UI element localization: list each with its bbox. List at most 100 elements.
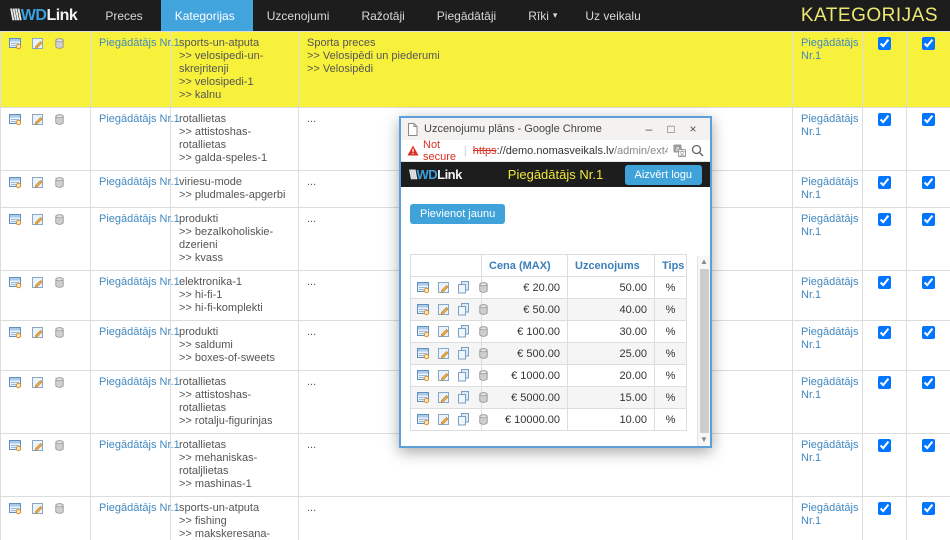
delete-icon[interactable]	[477, 369, 490, 382]
supplier-link-right[interactable]: Piegādātājs Nr.1	[801, 502, 859, 527]
copy-icon[interactable]	[457, 281, 470, 294]
delete-icon[interactable]	[477, 303, 490, 316]
supplier-link[interactable]: Piegādātājs Nr.1	[99, 213, 180, 225]
copy-icon[interactable]	[457, 303, 470, 316]
status-checkbox-2[interactable]	[922, 37, 935, 50]
copy-icon[interactable]	[457, 413, 470, 426]
markup-plan-icon[interactable]	[417, 303, 430, 316]
delete-icon[interactable]	[53, 113, 66, 126]
supplier-link[interactable]: Piegādātājs Nr.1	[99, 326, 180, 338]
supplier-link-right[interactable]: Piegādātājs Nr.1	[801, 37, 859, 62]
popup-titlebar[interactable]: Uzcenojumu plāns - Google Chrome – □ ×	[401, 118, 710, 140]
markup-plan-icon[interactable]	[9, 213, 22, 226]
markup-plan-icon[interactable]	[417, 413, 430, 426]
status-checkbox-1[interactable]	[878, 502, 891, 515]
edit-icon[interactable]	[31, 502, 44, 515]
scrollbar-thumb[interactable]	[700, 269, 709, 433]
status-checkbox-2[interactable]	[922, 502, 935, 515]
edit-icon[interactable]	[31, 376, 44, 389]
status-checkbox-1[interactable]	[878, 113, 891, 126]
edit-icon[interactable]	[437, 325, 450, 338]
markup-plan-icon[interactable]	[417, 325, 430, 338]
translate-icon[interactable]: a文	[673, 144, 686, 157]
maximize-button[interactable]: □	[660, 122, 682, 136]
supplier-link[interactable]: Piegādātājs Nr.1	[99, 502, 180, 514]
delete-icon[interactable]	[53, 326, 66, 339]
supplier-link-right[interactable]: Piegādātājs Nr.1	[801, 213, 859, 238]
markup-plan-icon[interactable]	[9, 113, 22, 126]
copy-icon[interactable]	[457, 369, 470, 382]
edit-icon[interactable]	[31, 37, 44, 50]
app-logo[interactable]: \\\\WDLink	[0, 0, 91, 31]
markup-plan-icon[interactable]	[9, 176, 22, 189]
status-checkbox-1[interactable]	[878, 376, 891, 389]
minimize-button[interactable]: –	[638, 122, 660, 136]
nav-item[interactable]: Rīki ▾	[514, 0, 571, 31]
delete-icon[interactable]	[477, 413, 490, 426]
delete-icon[interactable]	[477, 325, 490, 338]
popup-urlbar[interactable]: Not secure | https://demo.nomasveikals.l…	[401, 140, 710, 162]
delete-icon[interactable]	[477, 281, 490, 294]
delete-icon[interactable]	[53, 213, 66, 226]
scroll-down-icon[interactable]: ▼	[700, 434, 708, 446]
nav-item[interactable]: Uzcenojumi	[253, 0, 348, 31]
supplier-link[interactable]: Piegādātājs Nr.1	[99, 376, 180, 388]
markup-plan-icon[interactable]	[417, 391, 430, 404]
delete-icon[interactable]	[53, 276, 66, 289]
status-checkbox-1[interactable]	[878, 439, 891, 452]
edit-icon[interactable]	[437, 347, 450, 360]
address-url[interactable]: https://demo.nomasveikals.lv/admin/ext4o…	[473, 145, 668, 157]
status-checkbox-2[interactable]	[922, 326, 935, 339]
edit-icon[interactable]	[437, 281, 450, 294]
edit-icon[interactable]	[31, 113, 44, 126]
edit-icon[interactable]	[31, 276, 44, 289]
edit-icon[interactable]	[31, 439, 44, 452]
close-window-button[interactable]: Aizvērt logu	[625, 165, 702, 185]
delete-icon[interactable]	[53, 37, 66, 50]
markup-plan-icon[interactable]	[9, 326, 22, 339]
nav-item[interactable]: Uz veikalu	[571, 0, 658, 31]
delete-icon[interactable]	[477, 347, 490, 360]
markup-plan-icon[interactable]	[9, 376, 22, 389]
zoom-icon[interactable]	[691, 144, 704, 157]
delete-icon[interactable]	[53, 176, 66, 189]
copy-icon[interactable]	[457, 347, 470, 360]
edit-icon[interactable]	[31, 213, 44, 226]
copy-icon[interactable]	[457, 391, 470, 404]
nav-item[interactable]: Piegādātāji	[423, 0, 514, 31]
markup-plan-icon[interactable]	[417, 369, 430, 382]
status-checkbox-2[interactable]	[922, 213, 935, 226]
copy-icon[interactable]	[457, 325, 470, 338]
delete-icon[interactable]	[477, 391, 490, 404]
supplier-link-right[interactable]: Piegādātājs Nr.1	[801, 326, 859, 351]
supplier-link[interactable]: Piegādātājs Nr.1	[99, 113, 180, 125]
supplier-link[interactable]: Piegādātājs Nr.1	[99, 37, 180, 49]
edit-icon[interactable]	[437, 369, 450, 382]
status-checkbox-1[interactable]	[878, 37, 891, 50]
delete-icon[interactable]	[53, 502, 66, 515]
add-new-button[interactable]: Pievienot jaunu	[410, 204, 505, 224]
supplier-link[interactable]: Piegādātājs Nr.1	[99, 276, 180, 288]
nav-item[interactable]: Kategorijas	[161, 0, 253, 31]
scroll-up-icon[interactable]: ▲	[700, 256, 708, 268]
delete-icon[interactable]	[53, 376, 66, 389]
status-checkbox-2[interactable]	[922, 276, 935, 289]
status-checkbox-1[interactable]	[878, 176, 891, 189]
markup-plan-icon[interactable]	[417, 281, 430, 294]
nav-item[interactable]: Preces	[91, 0, 160, 31]
markup-plan-icon[interactable]	[417, 347, 430, 360]
edit-icon[interactable]	[437, 413, 450, 426]
supplier-link-right[interactable]: Piegādātājs Nr.1	[801, 113, 859, 138]
markup-plan-icon[interactable]	[9, 276, 22, 289]
status-checkbox-2[interactable]	[922, 176, 935, 189]
status-checkbox-1[interactable]	[878, 276, 891, 289]
supplier-link-right[interactable]: Piegādātājs Nr.1	[801, 376, 859, 401]
markup-plan-icon[interactable]	[9, 439, 22, 452]
supplier-link-right[interactable]: Piegādātājs Nr.1	[801, 439, 859, 464]
supplier-link-right[interactable]: Piegādātājs Nr.1	[801, 176, 859, 201]
nav-item[interactable]: Ražotāji	[347, 0, 422, 31]
edit-icon[interactable]	[31, 176, 44, 189]
edit-icon[interactable]	[437, 391, 450, 404]
close-button[interactable]: ×	[682, 122, 704, 136]
supplier-link-right[interactable]: Piegādātājs Nr.1	[801, 276, 859, 301]
